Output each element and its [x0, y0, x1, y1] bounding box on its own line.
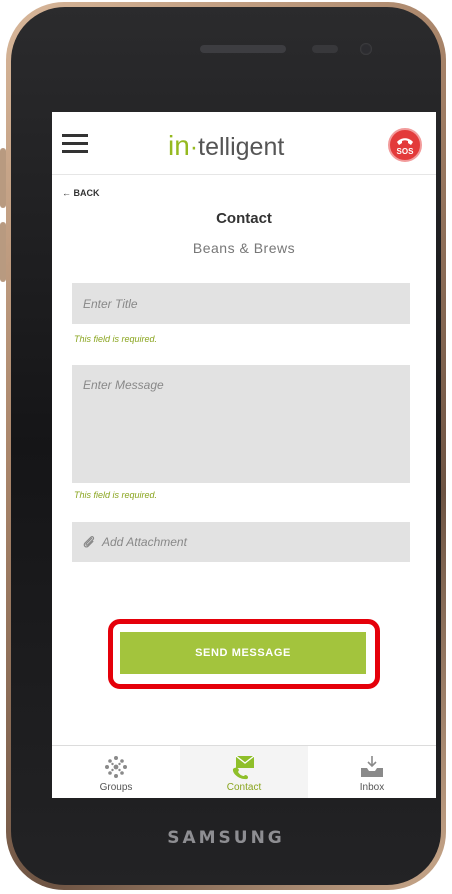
volume-up-button: [0, 148, 6, 208]
nav-label-groups: Groups: [99, 782, 133, 793]
nav-item-inbox[interactable]: Inbox: [308, 746, 436, 798]
highlight-annotation: [108, 619, 380, 689]
nav-label-inbox: Inbox: [359, 782, 385, 793]
bottom-navigation: Groups Contact Inbox: [52, 745, 436, 798]
paperclip-icon: [83, 536, 95, 548]
contact-icon: [232, 755, 255, 780]
logo-dot: ·: [189, 133, 199, 161]
add-attachment-button[interactable]: Add Attachment: [72, 522, 410, 562]
attachment-label: Add Attachment: [102, 535, 187, 549]
title-error: This field is required.: [74, 334, 158, 344]
menu-icon[interactable]: [62, 134, 88, 154]
logo-suffix: telligent: [198, 133, 285, 161]
nav-item-contact[interactable]: Contact: [180, 746, 308, 798]
app-logo: in·telligent: [168, 130, 284, 162]
page-subtitle: Beans & Brews: [192, 240, 296, 256]
sos-button[interactable]: SOS: [388, 128, 422, 162]
app-screen: in·telligent SOS ← BACK Contact Beans & …: [52, 112, 436, 798]
message-placeholder: Enter Message: [83, 378, 164, 392]
groups-icon: [105, 756, 127, 778]
nav-label-contact: Contact: [226, 782, 262, 793]
message-error: This field is required.: [74, 490, 158, 500]
nav-item-groups[interactable]: Groups: [52, 746, 180, 798]
back-link[interactable]: ← BACK: [62, 188, 100, 198]
message-textarea[interactable]: Enter Message: [72, 365, 410, 483]
front-camera-icon: [360, 43, 372, 55]
app-header: in·telligent SOS: [52, 112, 436, 175]
inbox-icon: [361, 756, 383, 777]
earpiece-speaker: [200, 45, 286, 53]
title-input[interactable]: Enter Title: [72, 283, 410, 324]
proximity-sensor: [312, 45, 338, 53]
title-placeholder: Enter Title: [83, 297, 138, 311]
volume-down-button: [0, 222, 6, 282]
logo-prefix: in: [168, 130, 190, 161]
sos-label: SOS: [396, 147, 414, 156]
page-title: Contact: [216, 210, 272, 227]
device-brand: SAMSUNG: [167, 828, 285, 848]
